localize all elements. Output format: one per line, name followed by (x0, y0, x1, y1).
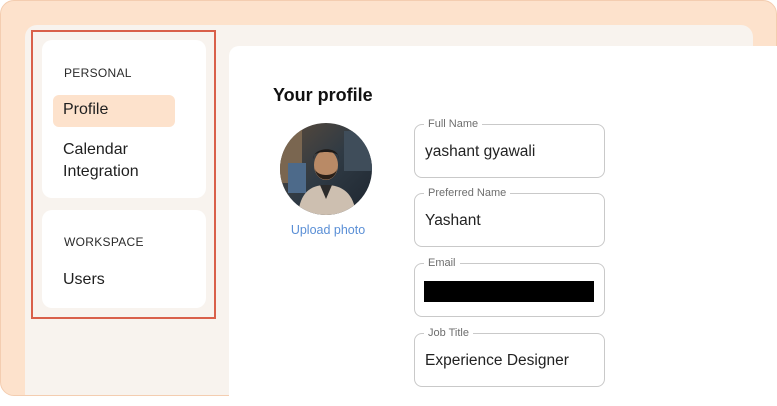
full-name-field[interactable]: Full Name yashant gyawali (414, 117, 605, 178)
sidebar-item-profile[interactable]: Profile (53, 95, 175, 127)
full-name-label: Full Name (424, 117, 483, 131)
sidebar-item-calendar-integration[interactable]: Calendar Integration (63, 139, 163, 183)
preferred-name-field[interactable]: Preferred Name Yashant (414, 186, 605, 247)
job-title-field[interactable]: Job Title Experience Designer (414, 326, 605, 387)
full-name-value[interactable]: yashant gyawali (425, 142, 535, 162)
page-title: Your profile (273, 85, 373, 105)
sidebar-item-users[interactable]: Users (63, 269, 105, 291)
job-title-label: Job Title (424, 326, 473, 340)
email-redaction-bar (424, 281, 594, 302)
job-title-value[interactable]: Experience Designer (425, 351, 569, 371)
sidebar-workspace-card: WORKSPACE Users (42, 210, 206, 308)
avatar-photo (280, 123, 372, 215)
sidebar-personal-card: PERSONAL Profile Calendar Integration (42, 40, 206, 198)
email-label: Email (424, 256, 460, 270)
sidebar-heading-workspace: WORKSPACE (64, 235, 144, 249)
avatar[interactable] (280, 123, 372, 215)
email-field[interactable]: Email (414, 256, 605, 317)
sidebar-heading-personal: PERSONAL (64, 66, 132, 80)
upload-photo-link[interactable]: Upload photo (280, 223, 376, 237)
preferred-name-label: Preferred Name (424, 186, 511, 200)
preferred-name-value[interactable]: Yashant (425, 211, 481, 231)
